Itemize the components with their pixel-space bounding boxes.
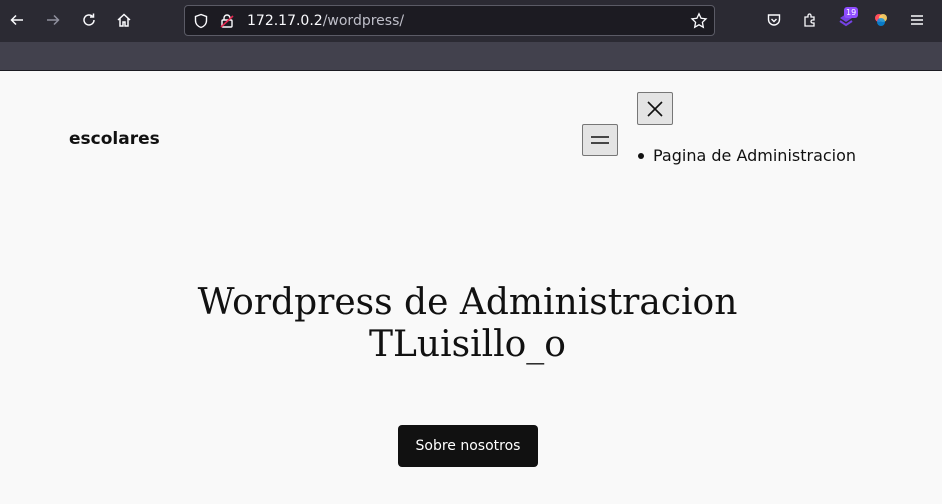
reload-button[interactable] (75, 6, 103, 34)
toolbar-bottom-bar (0, 42, 942, 71)
forward-icon (47, 14, 60, 26)
close-icon (647, 100, 663, 117)
url-path: /wordpress/ (322, 13, 405, 29)
open-menu-button[interactable] (582, 124, 618, 156)
hero-line-2: TLuisillo_o (369, 324, 566, 365)
back-button[interactable] (3, 6, 31, 34)
url-text[interactable]: 172.17.0.2/wordpress/ (247, 12, 404, 30)
hamburger-menu-icon (911, 15, 923, 25)
back-icon (10, 14, 23, 26)
url-host: 172.17.0.2 (247, 13, 323, 29)
shield-icon[interactable] (193, 13, 209, 29)
app-menu-button[interactable] (903, 6, 931, 34)
hero-line-1: Wordpress de Administracion (197, 282, 738, 323)
star-icon[interactable] (690, 12, 708, 30)
profile-button[interactable] (867, 6, 895, 34)
extensions-icon (804, 13, 815, 27)
home-icon (117, 13, 131, 27)
browser-toolbar: 172.17.0.2/wordpress/ 19 (0, 0, 942, 42)
site-title[interactable]: escolares (69, 129, 160, 149)
extensions-button[interactable] (796, 6, 824, 34)
bullet-icon (638, 153, 644, 159)
reload-icon (83, 13, 95, 26)
nav-item: Pagina de Administracion (637, 145, 856, 167)
hero-heading: Wordpress de Administracion TLuisillo_o (0, 282, 935, 366)
about-us-button[interactable]: Sobre nosotros (398, 425, 538, 467)
forward-button[interactable] (39, 6, 67, 34)
pocket-icon (767, 14, 781, 26)
lock-icon[interactable] (219, 13, 235, 29)
close-menu-button[interactable] (637, 92, 673, 125)
home-button[interactable] (110, 6, 138, 34)
nav-link-admin-page[interactable]: Pagina de Administracion (653, 145, 856, 167)
profile-icon (875, 14, 887, 26)
url-bar[interactable]: 172.17.0.2/wordpress/ (184, 5, 715, 36)
extension-count-badge: 19 (844, 7, 859, 18)
navigation-menu: Pagina de Administracion (637, 145, 856, 167)
pocket-button[interactable] (760, 6, 788, 34)
menu-lines-icon (591, 136, 609, 144)
